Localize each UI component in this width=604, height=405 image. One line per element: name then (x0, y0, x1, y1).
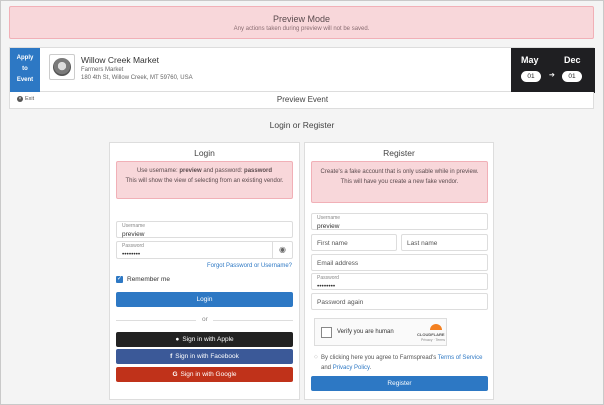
end-month: Dec (564, 55, 581, 65)
password-field[interactable]: Password •••••••• ◉ (116, 241, 293, 259)
market-name: Willow Creek Market (81, 55, 159, 65)
email-placeholder: Email address (317, 260, 359, 267)
divider-left (116, 320, 196, 321)
password-value: •••••••• (122, 251, 141, 258)
terms-checkbox-icon[interactable]: ◇ (314, 354, 318, 360)
market-address: 180 4th St, Willow Creek, MT 59760, USA (81, 75, 193, 81)
apply-to-event-button[interactable]: Apply to Event (10, 48, 40, 93)
preview-mode-title: Preview Mode (272, 14, 331, 24)
cloudflare-links[interactable]: Privacy · Terms (421, 338, 445, 342)
forgot-password-link[interactable]: Forgot Password or Username? (207, 263, 292, 269)
eye-icon[interactable]: ◉ (272, 242, 292, 258)
login-note-line1: Use username: preview and password: pass… (136, 168, 273, 174)
sign-in-apple-button[interactable]: ● Sign in with Apple (116, 332, 293, 347)
captcha-label: Verify you are human (337, 329, 394, 335)
page-heading: Login or Register (269, 120, 335, 130)
market-type: Farmers Market (81, 67, 124, 73)
username-label: Username (122, 223, 146, 229)
google-icon: G (172, 371, 178, 378)
apple-icon: ● (175, 336, 180, 343)
username-value: preview (122, 231, 145, 238)
remember-me-checkbox[interactable]: ✓ (116, 276, 123, 283)
apply-label-line2: to (22, 66, 28, 72)
register-button[interactable]: Register (311, 376, 488, 391)
remember-me-label: Remember me (127, 276, 170, 283)
captcha-widget: Verify you are human CLOUDFLARE Privacy … (314, 318, 447, 346)
register-password-field[interactable]: Password •••••••• (311, 273, 488, 290)
end-day: 01 (562, 71, 582, 82)
facebook-button-label: Sign in with Facebook (175, 353, 239, 360)
login-button[interactable]: Login (116, 292, 293, 307)
google-button-label: Sign in with Google (180, 371, 237, 378)
divider-right (213, 320, 293, 321)
event-header: Apply to Event Willow Creek Market Farme… (9, 47, 595, 93)
password-label: Password (122, 243, 144, 249)
start-day: 01 (521, 71, 541, 82)
event-dates: May 01 ➔ Dec 01 (511, 48, 595, 93)
arrow-right-icon: ➔ (549, 72, 555, 79)
register-username-value: preview (317, 223, 340, 230)
apply-label-line3: Event (16, 77, 34, 83)
remember-me[interactable]: ✓ Remember me (116, 276, 170, 283)
cloudflare-icon (430, 324, 442, 330)
preview-event-bar: × Exit Preview Event (9, 92, 594, 109)
sign-in-facebook-button[interactable]: f Sign in with Facebook (116, 349, 293, 364)
register-preview-note: Create's a fake account that is only usa… (311, 161, 488, 203)
login-panel: Login Use username: preview and password… (109, 142, 300, 400)
register-username-label: Username (317, 215, 341, 221)
login-preview-note: Use username: preview and password: pass… (116, 161, 293, 199)
or-label: or (202, 316, 208, 323)
terms-text: By clicking here you agree to Farmspread… (321, 355, 483, 371)
email-input[interactable]: Email address (311, 254, 488, 271)
facebook-icon: f (170, 353, 173, 360)
sign-in-google-button[interactable]: G Sign in with Google (116, 367, 293, 382)
register-password-label: Password (317, 275, 339, 281)
login-note-line2: This will show the view of selecting fro… (125, 178, 284, 184)
register-password-value: •••••••• (317, 283, 336, 290)
apple-button-label: Sign in with Apple (182, 336, 234, 343)
privacy-link[interactable]: Privacy Policy (333, 365, 370, 371)
terms-link[interactable]: Terms of Service (438, 355, 483, 361)
register-note-line2: This will have you create a new fake ven… (340, 179, 459, 185)
first-name-input[interactable]: First name (311, 234, 397, 251)
market-logo (49, 54, 75, 80)
first-name-placeholder: First name (317, 240, 348, 247)
preview-event-title: Preview Event (276, 95, 329, 104)
register-panel: Register Create's a fake account that is… (304, 142, 494, 400)
last-name-placeholder: Last name (407, 240, 438, 247)
username-field[interactable]: Username preview (116, 221, 293, 238)
captcha-checkbox[interactable] (321, 327, 332, 338)
register-title: Register (383, 148, 415, 158)
login-title: Login (194, 148, 215, 158)
last-name-input[interactable]: Last name (401, 234, 488, 251)
password-again-placeholder: Password again (317, 299, 364, 306)
preview-mode-subtitle: Any actions taken during preview will no… (233, 26, 370, 32)
register-username-field[interactable]: Username preview (311, 213, 488, 230)
cloudflare-brand: CLOUDFLARE (417, 332, 445, 337)
start-month: May (521, 55, 539, 65)
apply-label-line1: Apply (16, 55, 34, 61)
register-note-line1: Create's a fake account that is only usa… (320, 169, 479, 175)
preview-mode-banner: Preview Mode Any actions taken during pr… (9, 6, 594, 39)
password-again-input[interactable]: Password again (311, 293, 488, 310)
